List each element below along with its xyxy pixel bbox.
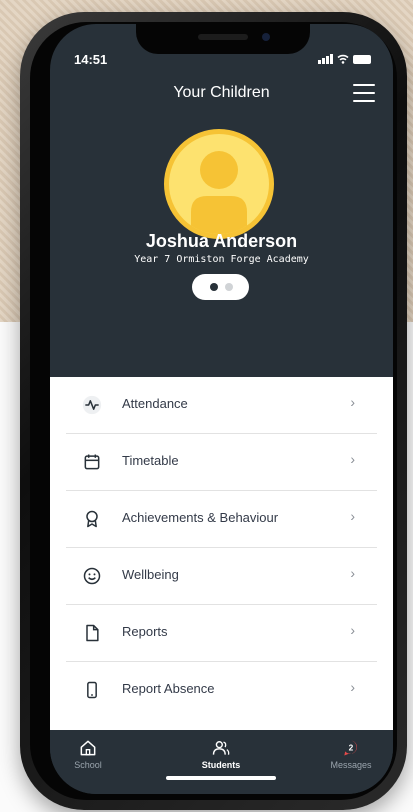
menu-panel: Attendance › Timetable › Achievements & … — [50, 377, 393, 730]
tab-messages[interactable]: 2 Messages — [301, 738, 393, 770]
home-icon — [80, 740, 96, 756]
menu-item-label: Reports — [122, 624, 168, 639]
hamburger-menu-icon[interactable] — [353, 84, 375, 102]
activity-icon — [82, 395, 102, 415]
message-icon: 2 — [344, 740, 358, 756]
home-indicator[interactable] — [166, 776, 276, 780]
menu-item-timetable[interactable]: Timetable › — [66, 434, 377, 491]
chevron-right-icon: › — [350, 679, 355, 695]
menu-item-attendance[interactable]: Attendance › — [66, 377, 377, 434]
smile-icon — [83, 567, 101, 585]
phone-icon — [87, 681, 97, 699]
menu-item-label: Wellbeing — [122, 567, 179, 582]
chevron-right-icon: › — [350, 622, 355, 638]
pager-dot-active[interactable] — [210, 283, 218, 291]
message-badge-count: 2 — [349, 743, 354, 753]
menu-item-reports[interactable]: Reports › — [66, 605, 377, 662]
child-name: Joshua Anderson — [145, 231, 298, 251]
chevron-right-icon: › — [350, 451, 355, 467]
menu-item-label: Achievements & Behaviour — [122, 510, 279, 525]
menu-item-label: Attendance — [122, 396, 188, 411]
tab-label: Messages — [330, 760, 372, 770]
menu-item-wellbeing[interactable]: Wellbeing › — [66, 548, 377, 605]
award-icon — [86, 510, 98, 528]
child-school: Year 7 Ormiston Forge Academy — [134, 254, 309, 265]
tab-bar: School Students 2 Messages — [50, 730, 393, 794]
calendar-icon — [84, 454, 100, 470]
speaker-grille — [198, 34, 248, 40]
users-icon — [212, 741, 230, 755]
battery-icon — [353, 55, 371, 64]
chevron-right-icon: › — [350, 394, 355, 410]
pager-dot[interactable] — [225, 283, 233, 291]
user-silhouette-icon — [191, 151, 247, 234]
menu-item-report-absence[interactable]: Report Absence › — [66, 662, 377, 718]
chevron-right-icon: › — [350, 565, 355, 581]
tab-label: Students — [201, 760, 241, 770]
notch — [136, 24, 310, 54]
page-title: Your Children — [173, 84, 270, 101]
wifi-icon — [337, 54, 349, 64]
avatar[interactable] — [164, 129, 274, 239]
front-camera — [262, 33, 270, 41]
child-pager[interactable] — [192, 274, 249, 300]
signal-icon — [318, 54, 333, 64]
tab-school[interactable]: School — [50, 738, 138, 770]
status-icons — [318, 54, 371, 64]
tab-label: School — [74, 760, 102, 770]
menu-item-achievements[interactable]: Achievements & Behaviour › — [66, 491, 377, 548]
menu-item-label: Timetable — [122, 453, 179, 468]
tab-students[interactable]: Students — [171, 738, 271, 770]
status-time: 14:51 — [74, 52, 108, 67]
menu-item-label: Report Absence — [122, 681, 215, 696]
app-screen: 14:51 Your Children Joshua Anderson Year… — [50, 24, 393, 794]
chevron-right-icon: › — [350, 508, 355, 524]
file-icon — [86, 624, 99, 642]
